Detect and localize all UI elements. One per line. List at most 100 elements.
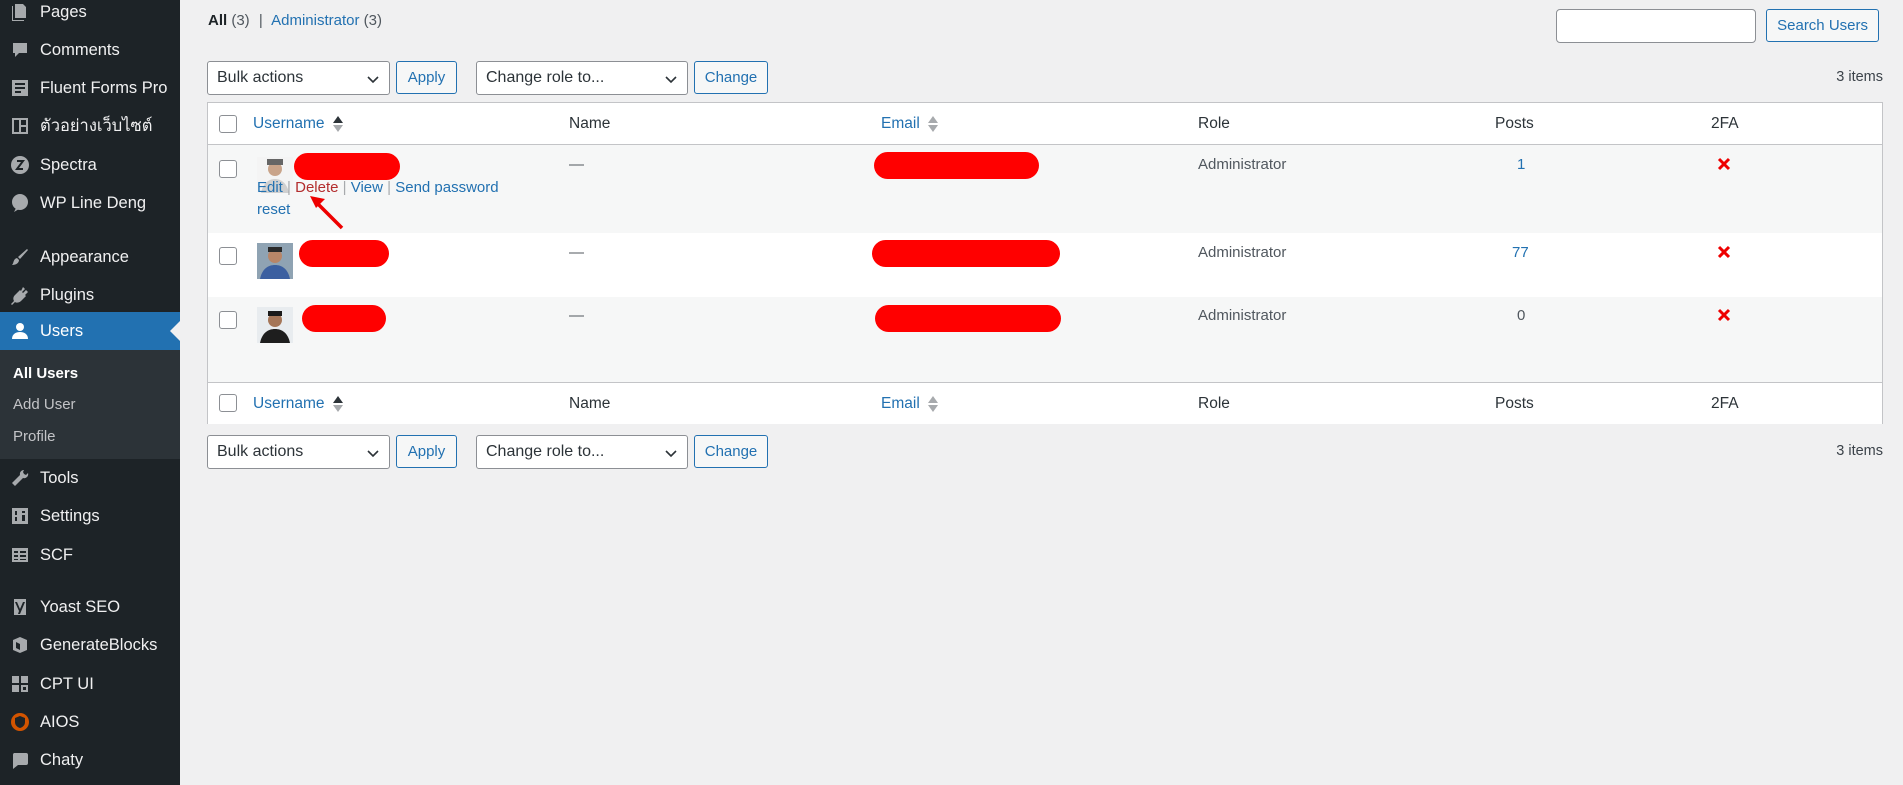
view-administrator[interactable]: Administrator (271, 12, 359, 29)
table-row: Edit | Delete | View | Send password res… (208, 145, 1882, 233)
row-checkbox[interactable] (219, 247, 237, 265)
menu-label: Pages (40, 2, 87, 21)
table-row: — Administrator 77 (208, 233, 1882, 297)
yoast-icon (9, 596, 31, 618)
edit-link[interactable]: Edit (257, 179, 283, 196)
menu-item-site-examples[interactable]: ตัวอย่างเว็บไซต์ (0, 107, 180, 145)
change-role-label: Change role to... (486, 443, 605, 460)
user-posts-link[interactable]: 77 (1512, 244, 1529, 261)
items-count: 3 items (1836, 69, 1883, 85)
menu-item-cpt-ui[interactable]: CPT UI (0, 665, 180, 703)
submenu-add-user[interactable]: Add User (13, 396, 76, 413)
sort-icon (332, 115, 343, 132)
menu-item-pages[interactable]: Pages (0, 0, 180, 31)
user-name: — (569, 244, 584, 261)
column-posts-footer: Posts (1495, 395, 1534, 412)
change-role-button[interactable]: Change (694, 61, 768, 94)
bulk-actions-select[interactable]: Bulk actions (207, 61, 390, 95)
x-icon (1717, 308, 1731, 322)
users-table: Username Name Email Role Posts 2FA Edit … (207, 102, 1883, 424)
redacted-username (294, 153, 400, 180)
view-separator: | (258, 12, 263, 29)
menu-label: Appearance (40, 247, 129, 266)
menu-item-chaty[interactable]: Chaty (0, 741, 180, 779)
avatar (257, 307, 293, 343)
view-link[interactable]: View (351, 179, 383, 196)
column-email-footer[interactable]: Email (881, 395, 939, 413)
separator: | (287, 179, 291, 196)
menu-item-yoast-seo[interactable]: Yoast SEO (0, 588, 180, 626)
admin-sidebar: Pages Comments Fluent Forms Pro ตัวอย่าง… (0, 0, 180, 785)
menu-label: Chaty (40, 750, 84, 769)
menu-item-settings[interactable]: Settings (0, 497, 180, 535)
tablenav-bottom: Bulk actions Apply Change role to... Cha… (207, 435, 1883, 469)
menu-item-spectra[interactable]: Spectra (0, 146, 180, 184)
menu-item-plugins[interactable]: Plugins (0, 276, 180, 314)
column-email-label: Email (881, 395, 920, 412)
user-posts-link[interactable]: 1 (1517, 156, 1525, 173)
users-submenu: All Users Add User Profile (0, 350, 180, 459)
view-all[interactable]: All (208, 12, 227, 29)
chat-icon (9, 192, 31, 214)
menu-item-generateblocks[interactable]: GenerateBlocks (0, 626, 180, 664)
menu-item-fluent-forms[interactable]: Fluent Forms Pro (0, 69, 180, 107)
avatar (257, 243, 293, 279)
column-role: Role (1198, 115, 1230, 132)
submenu-profile[interactable]: Profile (13, 428, 56, 445)
apply-button-bottom[interactable]: Apply (396, 435, 457, 468)
chevron-down-icon (367, 76, 379, 84)
search-box: Search Users (1556, 9, 1879, 43)
column-role-footer: Role (1198, 395, 1230, 412)
sort-icon (928, 115, 939, 132)
forms-icon (9, 77, 31, 99)
menu-label: Tools (40, 468, 79, 487)
chevron-down-icon (665, 76, 677, 84)
column-2fa-footer: 2FA (1711, 395, 1739, 412)
change-role-select-bottom[interactable]: Change role to... (476, 435, 688, 469)
apply-button[interactable]: Apply (396, 61, 457, 94)
bulk-actions-label: Bulk actions (217, 443, 304, 460)
change-role-select[interactable]: Change role to... (476, 61, 688, 95)
menu-item-appearance[interactable]: Appearance (0, 238, 180, 276)
table-header: Username Name Email Role Posts 2FA (208, 103, 1882, 145)
wrench-icon (9, 467, 31, 489)
search-input[interactable] (1556, 9, 1757, 43)
menu-label: Plugins (40, 285, 95, 304)
column-name-footer: Name (569, 395, 611, 412)
row-checkbox[interactable] (219, 311, 237, 329)
column-username[interactable]: Username (253, 115, 343, 133)
search-users-button[interactable]: Search Users (1766, 9, 1879, 42)
menu-item-wp-line-deng[interactable]: WP Line Deng (0, 184, 180, 222)
menu-item-comments[interactable]: Comments (0, 31, 180, 69)
column-email[interactable]: Email (881, 115, 939, 133)
select-all-checkbox-footer[interactable] (219, 394, 237, 412)
column-username-footer[interactable]: Username (253, 395, 343, 413)
submenu-all-users[interactable]: All Users (13, 365, 78, 382)
change-role-button-bottom[interactable]: Change (694, 435, 768, 468)
items-count-bottom: 3 items (1836, 443, 1883, 459)
tablenav-top: Bulk actions Apply Change role to... Cha… (207, 61, 1883, 95)
column-posts: Posts (1495, 115, 1534, 132)
send-password-reset-link[interactable]: Send password (395, 179, 498, 196)
plug-icon (9, 284, 31, 306)
pages-icon (9, 1, 31, 23)
row-checkbox[interactable] (219, 160, 237, 178)
separator: | (387, 179, 392, 196)
column-2fa: 2FA (1711, 115, 1739, 132)
menu-item-tools[interactable]: Tools (0, 459, 180, 497)
redacted-email (875, 305, 1061, 332)
select-all-checkbox[interactable] (219, 115, 237, 133)
menu-label: Settings (40, 506, 100, 525)
user-role: Administrator (1198, 307, 1287, 324)
chevron-down-icon (665, 450, 677, 458)
sort-icon (928, 395, 939, 412)
bulk-actions-select-bottom[interactable]: Bulk actions (207, 435, 390, 469)
user-posts-count: 0 (1517, 307, 1526, 324)
menu-item-aios[interactable]: AIOS (0, 703, 180, 741)
main-content: All (3) | Administrator (3) Search Users… (180, 0, 1903, 785)
chevron-down-icon (367, 450, 379, 458)
menu-item-scf[interactable]: SCF (0, 536, 180, 574)
grid-icon (9, 673, 31, 695)
send-password-reset-link-continued[interactable]: reset (257, 199, 290, 221)
menu-item-users[interactable]: Users (0, 312, 180, 350)
